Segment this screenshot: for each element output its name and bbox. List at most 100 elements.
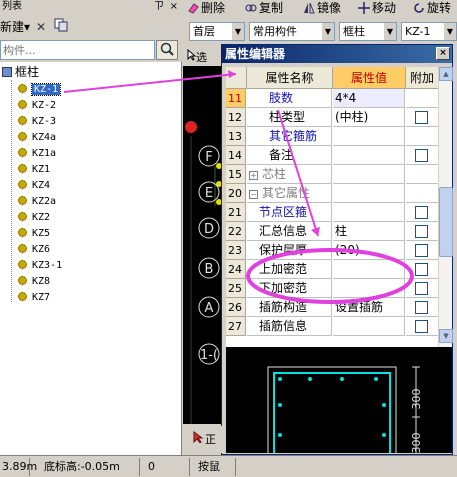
copy-icon[interactable] — [54, 18, 68, 36]
component-value: KZ-1 — [405, 25, 431, 38]
rotate-label: 旋转 — [427, 1, 452, 15]
property-name[interactable]: − 其它属性 — [247, 184, 332, 203]
tree-item[interactable]: KZ1 — [18, 162, 50, 178]
add-cell — [406, 146, 438, 165]
property-value[interactable] — [333, 127, 405, 146]
scroll-down-button[interactable]: ▼ — [439, 329, 453, 343]
add-checkbox[interactable] — [415, 282, 428, 295]
panel-close-button[interactable]: × — [170, 0, 178, 14]
tree-item[interactable]: KZ4a — [18, 130, 56, 146]
property-name[interactable]: 下加密范 — [247, 279, 332, 298]
type-select[interactable]: 框柱 ▼ — [339, 22, 397, 41]
new-button[interactable]: 新建▾ — [0, 18, 30, 36]
delete-x-icon[interactable]: ✕ — [36, 18, 46, 36]
dialog-close-button[interactable]: × — [436, 47, 450, 60]
tree-item[interactable]: KZ8 — [18, 274, 50, 290]
delete-button[interactable]: 删除 — [187, 0, 225, 18]
bottom-tool-button[interactable]: 正 — [193, 431, 216, 447]
select-button[interactable]: 选 — [187, 48, 207, 65]
property-value[interactable] — [333, 184, 405, 203]
expand-icon[interactable]: + — [249, 171, 258, 180]
drawing-canvas[interactable]: F E D B A 1-( — [183, 66, 223, 426]
rotate-button[interactable]: 旋转 — [413, 0, 451, 18]
copy-button[interactable]: 复制 — [245, 0, 283, 18]
name-column-header[interactable]: 属性名称 — [247, 67, 333, 89]
property-name[interactable]: 肢数 — [247, 89, 332, 108]
add-checkbox[interactable] — [415, 206, 428, 219]
tree-root-frame-column[interactable]: 框柱 — [2, 64, 39, 80]
add-cell — [406, 127, 438, 146]
property-value[interactable] — [333, 279, 405, 298]
category-select[interactable]: 常用构件 ▼ — [249, 22, 335, 41]
tree-item[interactable]: KZ5 — [18, 226, 50, 242]
property-value[interactable] — [333, 317, 405, 336]
tree-item[interactable]: KZ4 — [18, 178, 50, 194]
column-section-drawing: 300 300 — [267, 366, 423, 468]
tree-item[interactable]: KZ-3 — [18, 114, 56, 130]
property-value[interactable] — [333, 165, 405, 184]
add-checkbox[interactable] — [415, 149, 428, 162]
gear-icon — [18, 116, 27, 125]
add-checkbox[interactable] — [415, 225, 428, 238]
property-value[interactable] — [333, 146, 405, 165]
tree-item[interactable]: KZ2 — [18, 210, 50, 226]
component-select[interactable]: KZ-1 ▼ — [401, 22, 457, 41]
add-checkbox[interactable] — [415, 111, 428, 124]
tree-item[interactable]: KZ1a — [18, 146, 56, 162]
dialog-title-bar[interactable]: 属性编辑器 × — [222, 45, 452, 63]
scroll-thumb[interactable] — [439, 187, 453, 257]
property-name[interactable]: 备注 — [247, 146, 332, 165]
add-cell — [406, 203, 438, 222]
property-name[interactable]: 插筋构造 — [247, 298, 332, 317]
property-name[interactable]: 汇总信息 — [247, 222, 332, 241]
tree-item-label: KZ6 — [32, 244, 51, 255]
add-checkbox[interactable] — [415, 263, 428, 276]
value-column-header[interactable]: 属性值 — [333, 67, 406, 89]
tree-item-label: KZ7 — [32, 292, 51, 303]
collapse-icon[interactable]: − — [249, 190, 258, 199]
search-icon — [160, 42, 174, 56]
tree-item[interactable]: KZ6 — [18, 242, 50, 258]
scroll-up-button[interactable]: ▲ — [439, 67, 453, 81]
floor-select[interactable]: 首层 ▼ — [189, 22, 245, 41]
row-number: 27 — [226, 317, 246, 336]
property-value[interactable]: 柱 — [333, 222, 405, 241]
search-button[interactable] — [156, 40, 178, 60]
property-name[interactable]: 插筋信息 — [247, 317, 332, 336]
add-column-header[interactable]: 附加 — [406, 67, 438, 89]
search-input[interactable] — [0, 40, 155, 60]
property-name[interactable]: 节点区箍 — [247, 203, 332, 222]
new-button-label: 新建 — [0, 20, 25, 34]
status-value: 0 — [146, 458, 190, 476]
property-name[interactable]: 其它箍筋 — [247, 127, 332, 146]
tree-item[interactable]: KZ-2 — [18, 98, 56, 114]
row-number: 20 — [226, 184, 246, 203]
vertical-scrollbar[interactable]: ▲ ▼ — [438, 67, 453, 385]
rebar-dot — [278, 377, 282, 381]
tree-item[interactable]: KZ7 — [18, 290, 50, 306]
pin-icon[interactable]: ㄗ — [154, 0, 164, 14]
property-value[interactable]: 设置插筋 — [333, 298, 405, 317]
property-value[interactable]: (中柱) — [333, 108, 405, 127]
delete-label: 删除 — [201, 1, 226, 15]
mirror-button[interactable]: 镜像 — [303, 0, 341, 18]
move-button[interactable]: 移动 — [358, 0, 396, 18]
tree-item[interactable]: KZ2a — [18, 194, 56, 210]
add-checkbox[interactable] — [415, 244, 428, 257]
add-checkbox[interactable] — [415, 320, 428, 333]
property-name[interactable]: + 芯柱 — [247, 165, 332, 184]
selector-toolbar: 首层 ▼ 常用构件 ▼ 框柱 ▼ KZ-1 ▼ — [183, 20, 457, 44]
add-checkbox[interactable] — [415, 301, 428, 314]
property-name[interactable]: 保护层厚 — [247, 241, 332, 260]
tree-item[interactable]: KZ-1 — [18, 82, 62, 98]
property-name[interactable]: 柱类型 — [247, 108, 332, 127]
property-value[interactable]: 4*4 — [333, 89, 405, 108]
move-label: 移动 — [372, 1, 397, 15]
property-value[interactable]: (20) — [333, 241, 405, 260]
tree-item[interactable]: KZ3-1 — [18, 258, 62, 274]
property-name-text: 上加密范 — [259, 262, 308, 276]
property-value[interactable] — [333, 260, 405, 279]
property-value[interactable] — [333, 203, 405, 222]
row-number: 12 — [226, 108, 246, 127]
property-name[interactable]: 上加密范 — [247, 260, 332, 279]
